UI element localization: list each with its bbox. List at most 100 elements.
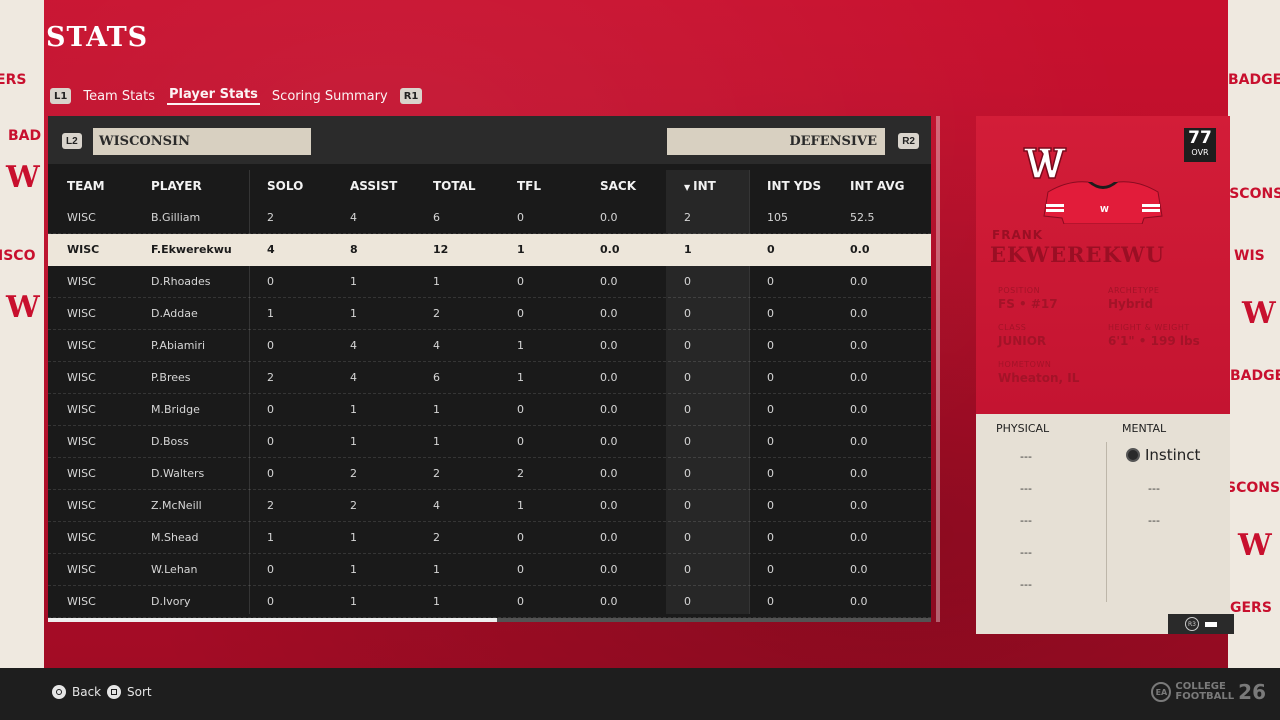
page-title: STATS	[46, 22, 149, 53]
svg-text:W: W	[1100, 205, 1109, 214]
int-cell: 0	[684, 403, 691, 416]
sack-cell: 0.0	[600, 339, 618, 352]
strip-word: BADGE	[1230, 368, 1280, 384]
strip-word: SCONSI	[1228, 480, 1280, 496]
column-header-int-avg[interactable]: INT AVG	[850, 179, 904, 193]
tfl-cell: 0	[517, 595, 524, 608]
column-header-assist[interactable]: ASSIST	[350, 179, 397, 193]
physical-ability-slot[interactable]: ---	[1020, 578, 1032, 591]
r3-toggle-button[interactable]: R3	[1168, 614, 1234, 634]
table-row[interactable]: WISC D.Addae 1 1 2 0 0.0 0 0 0.0	[48, 298, 931, 330]
int-avg-cell: 0.0	[850, 243, 870, 256]
tfl-cell: 2	[517, 467, 524, 480]
table-row[interactable]: WISC W.Lehan 0 1 1 0 0.0 0 0 0.0	[48, 554, 931, 586]
table-row[interactable]: WISC Z.McNeill 2 2 4 1 0.0 0 0 0.0	[48, 490, 931, 522]
sack-cell: 0.0	[600, 595, 618, 608]
tfl-cell: 0	[517, 211, 524, 224]
table-row[interactable]: WISC D.Ivory 0 1 1 0 0.0 0 0 0.0	[48, 586, 931, 618]
assist-cell: 1	[350, 595, 357, 608]
strip-w-logo-icon: W	[6, 290, 40, 325]
column-header-team[interactable]: TEAM	[67, 179, 105, 193]
tfl-cell: 0	[517, 435, 524, 448]
table-row[interactable]: WISC F.Ekwerekwu 4 8 12 1 0.0 1 0 0.0	[48, 234, 931, 266]
sack-cell: 0.0	[600, 243, 620, 256]
tfl-cell: 0	[517, 275, 524, 288]
table-row[interactable]: WISC D.Walters 0 2 2 2 0.0 0 0 0.0	[48, 458, 931, 490]
int-cell: 0	[684, 307, 691, 320]
physical-ability-slot[interactable]: ---	[1020, 514, 1032, 527]
mental-ability-label: Instinct	[1145, 446, 1201, 464]
physical-ability-slot[interactable]: ---	[1020, 482, 1032, 495]
back-hint[interactable]: Back	[52, 685, 101, 699]
r1-button[interactable]: R1	[399, 88, 423, 104]
stats-table: TEAM PLAYER SOLO ASSIST TOTAL TFL SACK ▼…	[48, 170, 931, 618]
tfl-cell: 1	[517, 499, 524, 512]
tab-player-stats[interactable]: Player Stats	[167, 87, 260, 105]
l1-button[interactable]: L1	[50, 88, 72, 104]
int-avg-cell: 0.0	[850, 531, 868, 544]
mental-ability-instinct[interactable]: Instinct	[1126, 446, 1200, 464]
int-yds-cell: 0	[767, 435, 774, 448]
overall-rating-badge: 77 OVR	[1184, 128, 1216, 162]
column-header-player[interactable]: PLAYER	[151, 179, 202, 193]
physical-ability-slot[interactable]: ---	[1020, 546, 1032, 559]
strip-word: ISCONSIN	[1228, 186, 1280, 202]
stat-type-selector[interactable]: DEFENSIVE	[667, 128, 885, 155]
int-avg-cell: 0.0	[850, 595, 868, 608]
column-header-solo[interactable]: SOLO	[267, 179, 303, 193]
player-first-name: FRANK	[992, 228, 1044, 242]
vertical-scrollbar[interactable]	[936, 116, 940, 622]
int-cell: 0	[684, 467, 691, 480]
team-cell: WISC	[67, 307, 96, 320]
tab-scoring-summary[interactable]: Scoring Summary	[270, 89, 390, 104]
sack-cell: 0.0	[600, 275, 618, 288]
horizontal-scrollbar-thumb[interactable]	[48, 618, 497, 622]
assist-cell: 1	[350, 531, 357, 544]
sort-hint[interactable]: Sort	[107, 685, 152, 699]
column-header-total[interactable]: TOTAL	[433, 179, 476, 193]
assist-cell: 4	[350, 211, 357, 224]
int-avg-cell: 0.0	[850, 435, 868, 448]
total-cell: 1	[433, 435, 440, 448]
column-header-sack[interactable]: SACK	[600, 179, 636, 193]
mental-ability-slot[interactable]: ---	[1148, 514, 1160, 527]
team-selector[interactable]: WISCONSIN	[93, 128, 311, 155]
table-row[interactable]: WISC P.Abiamiri 0 4 4 1 0.0 0 0 0.0	[48, 330, 931, 362]
sack-cell: 0.0	[600, 499, 618, 512]
solo-cell: 4	[267, 243, 275, 256]
r2-button[interactable]: R2	[898, 133, 919, 149]
table-row[interactable]: WISC M.Shead 1 1 2 0 0.0 0 0 0.0	[48, 522, 931, 554]
table-row[interactable]: WISC M.Bridge 0 1 1 0 0.0 0 0 0.0	[48, 394, 931, 426]
total-cell: 1	[433, 563, 440, 576]
sort-label: Sort	[127, 685, 152, 699]
column-header-int-yds[interactable]: INT YDS	[767, 179, 821, 193]
hometown-label: HOMETOWN	[998, 360, 1052, 369]
table-row[interactable]: WISC P.Brees 2 4 6 1 0.0 0 0 0.0	[48, 362, 931, 394]
assist-cell: 1	[350, 563, 357, 576]
height-weight-value: 6'1" • 199 lbs	[1108, 334, 1200, 348]
int-avg-cell: 0.0	[850, 275, 868, 288]
archetype-value: Hybrid	[1108, 297, 1154, 311]
total-cell: 1	[433, 403, 440, 416]
table-row[interactable]: WISC D.Boss 0 1 1 0 0.0 0 0 0.0	[48, 426, 931, 458]
sack-cell: 0.0	[600, 467, 618, 480]
stats-tabs: L1 Team Stats Player Stats Scoring Summa…	[50, 86, 423, 106]
sack-cell: 0.0	[600, 563, 618, 576]
tab-team-stats[interactable]: Team Stats	[81, 89, 157, 104]
column-header-tfl[interactable]: TFL	[517, 179, 541, 193]
mental-ability-slot[interactable]: ---	[1148, 482, 1160, 495]
column-header-int[interactable]: ▼ INT	[684, 179, 716, 193]
horizontal-scrollbar[interactable]	[48, 618, 931, 622]
int-avg-cell: 0.0	[850, 403, 868, 416]
table-row[interactable]: WISC D.Rhoades 0 1 1 0 0.0 0 0 0.0	[48, 266, 931, 298]
l2-button[interactable]: L2	[62, 133, 82, 149]
int-cell: 0	[684, 371, 691, 384]
int-yds-cell: 0	[767, 595, 774, 608]
player-card-top: 77 OVR W FRANK EKWEREKWU POSITION FS • #…	[976, 116, 1230, 414]
tfl-cell: 0	[517, 403, 524, 416]
solo-cell: 0	[267, 403, 274, 416]
assist-cell: 1	[350, 435, 357, 448]
int-avg-cell: 0.0	[850, 339, 868, 352]
table-row[interactable]: WISC B.Gilliam 2 4 6 0 0.0 2 105 52.5	[48, 202, 931, 234]
physical-ability-slot[interactable]: ---	[1020, 450, 1032, 463]
